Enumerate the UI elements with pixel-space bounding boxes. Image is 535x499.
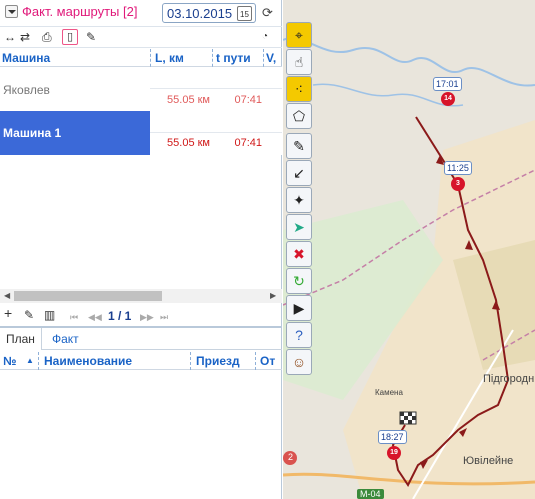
row-divider [150,88,282,89]
hand-icon[interactable]: ☝ [286,49,312,75]
place-label: Підгородн [483,373,535,385]
pager-status: 1 / 1 [108,309,132,323]
map-canvas [283,37,535,499]
pager-toolbar: + ✎ ▥ ⏮ ◀◀ 1 / 1 ▶▶ ⏭ [0,305,282,326]
horizontal-scrollbar[interactable]: ◀ ▶ [0,289,282,303]
time-cell: 07:41 [234,137,262,149]
column-header-speed[interactable]: V, [266,51,276,65]
tab-plan[interactable]: План [0,328,42,350]
column-header-name[interactable]: Наименование [44,354,132,368]
route-point-marker[interactable]: 14 [441,92,455,106]
owl-icon[interactable]: ☺ [286,349,312,375]
app-window: Факт. маршруты [2] 03.10.2015 15 ⟳ ↔ ⇄ ⎙… [0,0,535,499]
car-name: Машина 1 [3,126,62,140]
column-header-car[interactable]: Машина [2,51,50,65]
column-header-distance[interactable]: L, км [155,51,184,65]
swap-icon[interactable]: ⇄ [20,30,30,44]
add-icon[interactable]: + [4,306,12,320]
distance-cell: 55.05 км [167,137,210,149]
caret-down-icon[interactable] [5,5,18,18]
column-separator [255,352,256,370]
edit-icon[interactable]: ✎ [24,308,34,322]
column-header-departure[interactable]: От [260,354,275,368]
tab-fact[interactable]: Факт [46,328,85,350]
grid-toolbar: ↔ ⇄ ⎙ ▯ ✎ ◔ [0,26,282,48]
route-icon[interactable]: ➤ [286,214,312,240]
route-point-time[interactable]: 18:27 [378,430,407,444]
column-separator [190,352,191,370]
car-name: Яковлев [3,83,50,97]
date-picker[interactable]: 03.10.2015 15 [162,3,256,23]
redo-icon[interactable]: ↻ [286,268,312,294]
column-separator [38,352,39,370]
print-icon[interactable]: ⎙ [42,30,52,44]
prev-page-icon[interactable]: ◀◀ [88,310,102,324]
route-point-time[interactable]: 17:01 [433,77,462,91]
tab-bar: План Факт [0,328,282,350]
place-label: Ювілейне [463,455,514,467]
refresh-icon[interactable]: ⟳ [262,5,273,21]
cancel-icon[interactable]: ✖ [286,241,312,267]
table-row[interactable]: Яковлев 55.05 км 07:41 [0,67,282,111]
panel-titlebar: Факт. маршруты [2] 03.10.2015 15 ⟳ [0,0,282,26]
distance-cell: 55.05 км [167,94,210,106]
expand-icon[interactable]: ↔ [4,30,16,44]
document-icon[interactable]: ▯ [62,29,78,45]
scroll-right-icon[interactable]: ▶ [270,291,276,300]
route-point-marker[interactable]: 3 [451,177,465,191]
panel-title: Факт. маршруты [2] [22,4,138,19]
row-divider [150,132,282,133]
date-value[interactable]: 03.10.2015 [167,6,232,21]
sort-asc-icon[interactable]: ▲ [26,356,34,365]
wrench-icon[interactable]: ✎ [86,30,96,44]
plan-fact-panel: План Факт № ▲ Наименование Приезд От [0,326,282,499]
route-point-time[interactable]: 11:25 [444,161,472,175]
delete-icon[interactable]: ▥ [44,308,55,322]
first-page-icon[interactable]: ⏮ [70,310,78,324]
calendar-icon[interactable]: 15 [237,6,252,21]
route-point-marker[interactable]: 19 [387,446,401,460]
grid-header: Машина L, км t пути V, [0,49,282,67]
polygon-icon[interactable]: ⬠ [286,103,312,129]
help-icon[interactable]: ? [286,322,312,348]
road-badge: M-04 [357,489,384,499]
magic-icon[interactable]: ✦ [286,187,312,213]
dots-icon[interactable]: ⁖ [286,76,312,102]
last-page-icon[interactable]: ⏭ [160,310,168,324]
column-header-number[interactable]: № [3,354,16,368]
column-header-time[interactable]: t пути [216,51,251,65]
lower-grid-header: № ▲ Наименование Приезд От [0,352,282,370]
crosshair-icon[interactable]: ⌖ [286,22,312,48]
rss-icon[interactable]: ◔ [262,30,268,44]
map-view[interactable]: 17:01 14 11:25 3 18:27 19 Камена Підгоро… [283,0,535,499]
road-badge: 2 [288,452,294,462]
pen-icon[interactable]: ✎ [286,133,312,159]
place-label: Камена [375,388,403,397]
collapse-icon[interactable]: ↙ [286,160,312,186]
routes-panel: Факт. маршруты [2] 03.10.2015 15 ⟳ ↔ ⇄ ⎙… [0,0,282,499]
column-header-arrival[interactable]: Приезд [196,354,240,368]
table-row-selected[interactable]: Машина 1 55.05 км 07:41 [0,111,282,155]
next-page-icon[interactable]: ▶▶ [140,310,154,324]
scroll-left-icon[interactable]: ◀ [4,291,10,300]
video-icon[interactable]: ▶ [286,295,312,321]
scrollbar-thumb[interactable] [14,291,162,301]
time-cell: 07:41 [234,94,262,106]
